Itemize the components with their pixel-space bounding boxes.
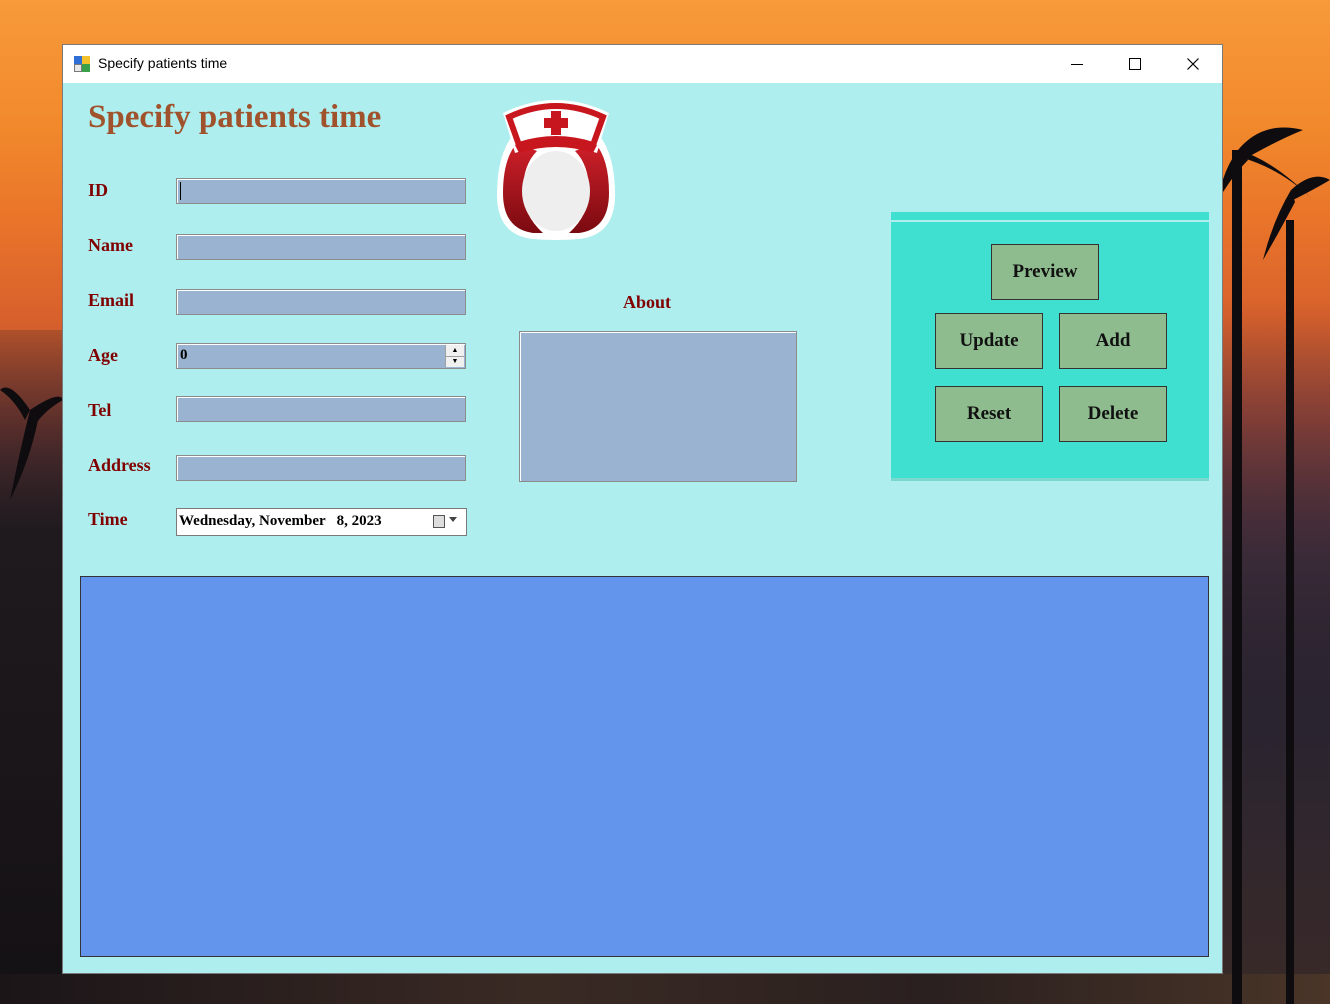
window-title: Specify patients time: [98, 55, 228, 71]
time-date-picker[interactable]: Wednesday, November 8, 2023: [176, 508, 467, 536]
tel-field[interactable]: [176, 396, 466, 422]
background-bottom: [0, 974, 1330, 1004]
label-time: Time: [88, 509, 128, 529]
age-spinner[interactable]: ▲ ▼: [445, 345, 464, 367]
calendar-icon[interactable]: [433, 515, 445, 528]
delete-button[interactable]: Delete: [1059, 386, 1167, 442]
about-textarea[interactable]: [519, 331, 797, 482]
add-button[interactable]: Add: [1059, 313, 1167, 369]
nurse-icon: [497, 100, 615, 240]
address-field[interactable]: [176, 455, 466, 481]
page-title: Specify patients time: [88, 99, 382, 135]
age-value: 0: [180, 347, 188, 363]
patients-data-grid[interactable]: [80, 576, 1209, 957]
update-button[interactable]: Update: [935, 313, 1043, 369]
maximize-button[interactable]: [1106, 45, 1164, 83]
app-icon: [74, 56, 91, 72]
action-panel: Preview Update Add Reset Delete: [891, 222, 1209, 481]
minimize-icon: [1071, 63, 1083, 65]
panel-header-strip: [891, 212, 1209, 220]
reset-button[interactable]: Reset: [935, 386, 1043, 442]
maximize-icon: [1129, 58, 1141, 70]
preview-button[interactable]: Preview: [991, 244, 1099, 300]
id-field[interactable]: [176, 178, 466, 204]
text-caret: [180, 182, 181, 200]
title-bar[interactable]: Specify patients time: [63, 45, 1222, 83]
label-address: Address: [88, 455, 151, 475]
name-field[interactable]: [176, 234, 466, 260]
chevron-down-icon[interactable]: [449, 517, 457, 522]
label-age: Age: [88, 345, 118, 365]
palm-fronds: [1223, 127, 1330, 260]
close-button[interactable]: [1164, 45, 1222, 83]
label-name: Name: [88, 235, 133, 255]
app-window: Specify patients time Specify patients t…: [62, 44, 1223, 974]
label-tel: Tel: [88, 400, 112, 420]
close-icon: [1187, 58, 1199, 70]
email-field[interactable]: [176, 289, 466, 315]
palm-fronds-left: [0, 387, 63, 500]
palm-trunk-right-2: [1286, 220, 1294, 1004]
label-about: About: [623, 292, 672, 312]
minimize-button[interactable]: [1048, 45, 1106, 83]
label-id: ID: [88, 180, 109, 200]
date-value: Wednesday, November 8, 2023: [179, 513, 382, 529]
spin-down-icon[interactable]: ▼: [446, 356, 464, 367]
label-email: Email: [88, 290, 135, 310]
age-stepper[interactable]: 0 ▲ ▼: [176, 343, 466, 369]
